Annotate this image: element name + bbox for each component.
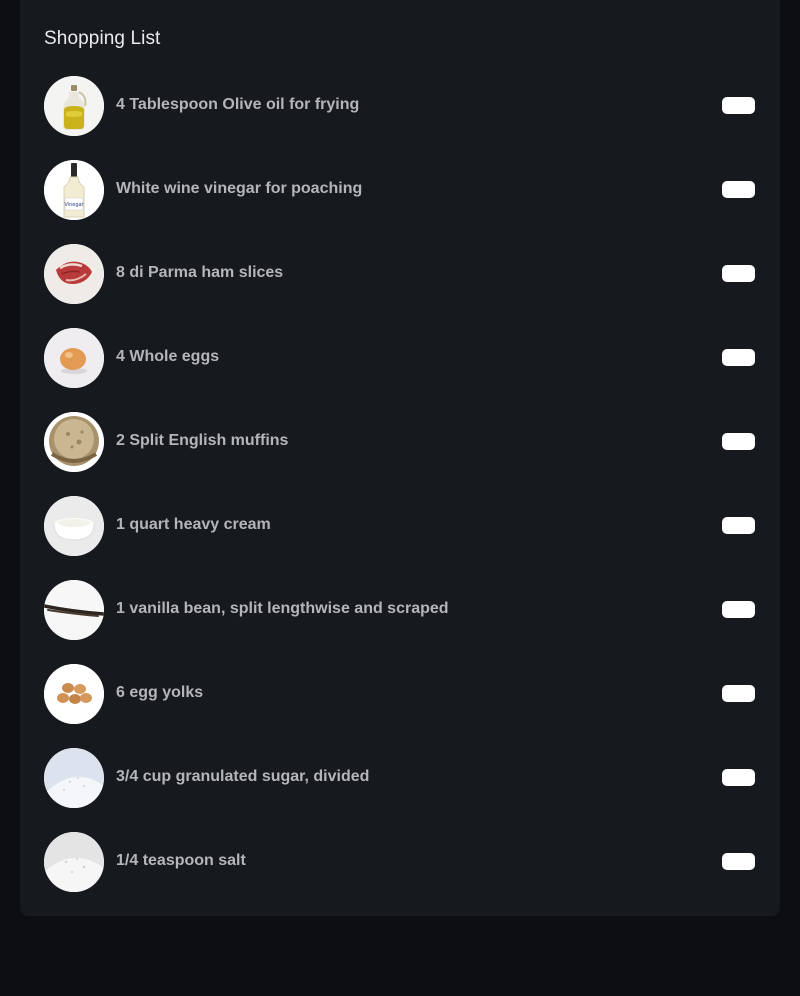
item-checkbox[interactable] — [722, 181, 755, 198]
item-checkbox[interactable] — [722, 517, 755, 534]
item-label: 4 Whole eggs — [116, 348, 220, 365]
cream-bowl-icon — [44, 496, 104, 556]
item-label: 1 quart heavy cream — [116, 516, 271, 533]
english-muffin-icon — [44, 412, 104, 472]
vinegar-bottle-icon: Vinegar — [44, 160, 104, 220]
item-checkbox[interactable] — [722, 685, 755, 702]
list-item: 2 Split English muffins — [20, 408, 780, 492]
item-label: White wine vinegar for poaching — [116, 180, 363, 197]
list-item: 1 vanilla bean, split lengthwise and scr… — [20, 576, 780, 660]
olive-oil-bottle-icon — [44, 76, 104, 136]
vanilla-bean-icon — [44, 580, 104, 640]
list-item: 1 quart heavy cream — [20, 492, 780, 576]
shopping-list-card: Shopping List 4 Tablespoon Olive oil for… — [20, 0, 780, 916]
item-checkbox[interactable] — [722, 601, 755, 618]
parma-ham-icon — [44, 244, 104, 304]
item-checkbox[interactable] — [722, 349, 755, 366]
svg-text:Vinegar: Vinegar — [64, 202, 84, 208]
item-checkbox[interactable] — [722, 433, 755, 450]
item-label: 1/4 teaspoon salt — [116, 852, 246, 869]
list-item: 3/4 cup granulated sugar, divided — [20, 744, 780, 828]
item-label: 1 vanilla bean, split lengthwise and scr… — [116, 600, 449, 617]
list-item: Vinegar White wine vinegar for poaching — [20, 156, 780, 240]
list-item: 1/4 teaspoon salt — [20, 828, 780, 912]
item-checkbox[interactable] — [722, 853, 755, 870]
item-label: 6 egg yolks — [116, 684, 204, 701]
list-item: 4 Whole eggs — [20, 324, 780, 408]
list-item: 6 egg yolks — [20, 660, 780, 744]
list-item: 4 Tablespoon Olive oil for frying — [20, 72, 780, 156]
list-item: 8 di Parma ham slices — [20, 240, 780, 324]
item-checkbox[interactable] — [722, 97, 755, 114]
shopping-list-title: Shopping List — [44, 28, 161, 49]
item-label: 8 di Parma ham slices — [116, 264, 284, 281]
item-label: 2 Split English muffins — [116, 432, 289, 449]
shopping-list: 4 Tablespoon Olive oil for frying Vinega… — [20, 72, 780, 912]
item-checkbox[interactable] — [722, 769, 755, 786]
salt-icon — [44, 832, 104, 892]
sugar-icon — [44, 748, 104, 808]
item-label: 3/4 cup granulated sugar, divided — [116, 768, 370, 785]
egg-icon — [44, 328, 104, 388]
egg-yolks-icon — [44, 664, 104, 724]
item-label: 4 Tablespoon Olive oil for frying — [116, 96, 360, 113]
item-checkbox[interactable] — [722, 265, 755, 282]
